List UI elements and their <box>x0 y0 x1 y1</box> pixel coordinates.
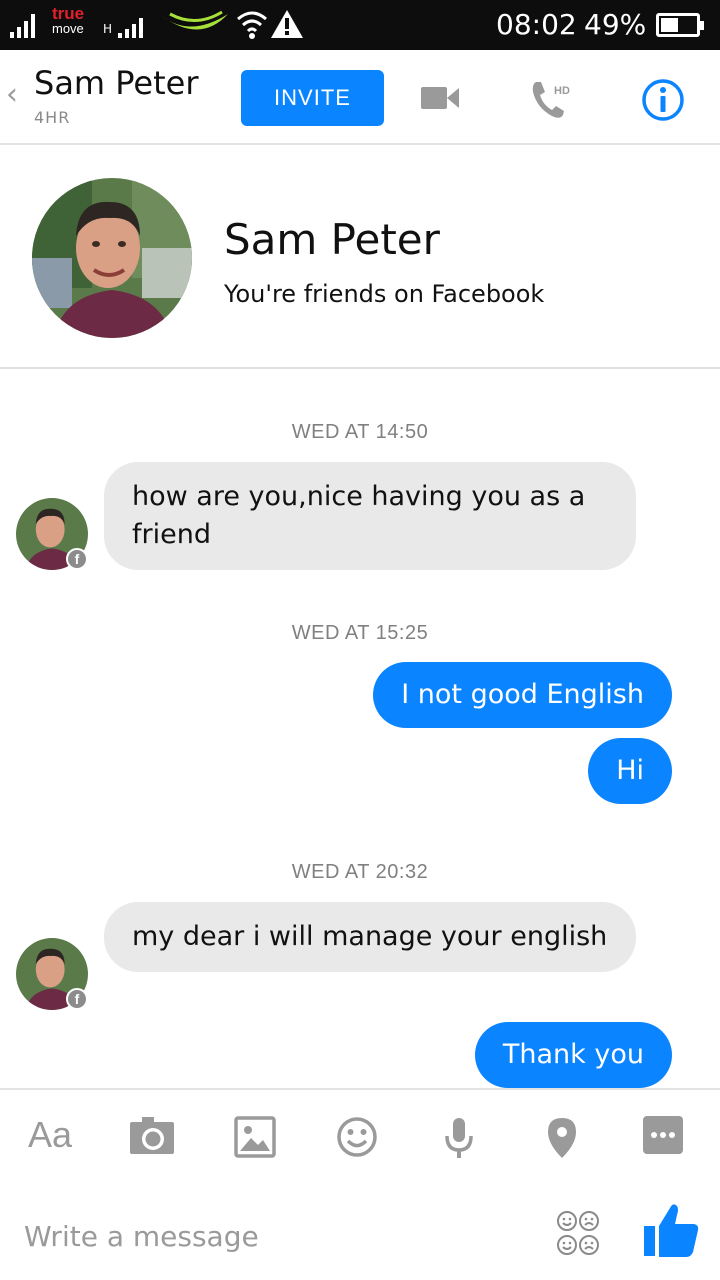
like-thumbs-up-icon[interactable] <box>642 1202 700 1260</box>
wifi-icon <box>237 11 267 39</box>
back-chevron-icon[interactable]: ‹ <box>6 80 18 110</box>
message-composer: Aa <box>0 1088 720 1280</box>
carrier-logo-icon <box>162 10 228 30</box>
info-icon[interactable] <box>641 78 685 122</box>
message-thread[interactable]: WED AT 14:50 f how are you,nice having y… <box>0 371 720 1088</box>
contact-name[interactable]: Sam Peter <box>34 64 199 102</box>
battery-percent: 49% <box>584 8 647 41</box>
facebook-badge-icon: f <box>66 988 88 1010</box>
emoji-icon[interactable] <box>336 1116 378 1158</box>
battery-icon <box>656 13 704 37</box>
profile-avatar[interactable] <box>32 178 192 338</box>
outgoing-message[interactable]: Hi <box>588 738 672 804</box>
more-icon[interactable] <box>643 1116 683 1154</box>
signal-strength-icon <box>10 10 35 38</box>
incoming-message[interactable]: my dear i will manage your english <box>104 902 636 972</box>
conversation-header: ‹ Sam Peter 4HR INVITE HD <box>0 50 720 145</box>
carrier-label: true move <box>52 5 98 35</box>
hd-voice-call-icon[interactable]: HD <box>530 78 574 120</box>
invite-button[interactable]: INVITE <box>241 70 384 126</box>
profile-name: Sam Peter <box>224 215 440 264</box>
outgoing-message[interactable]: Thank you <box>474 1022 672 1088</box>
friendship-status: You're friends on Facebook <box>224 280 545 308</box>
video-call-icon[interactable] <box>420 84 460 112</box>
alert-icon <box>271 10 303 38</box>
text-format-icon[interactable]: Aa <box>28 1114 72 1156</box>
facebook-badge-icon: f <box>66 548 88 570</box>
outgoing-message[interactable]: I not good English <box>373 662 672 728</box>
contact-profile-card: Sam Peter You're friends on Facebook <box>0 145 720 369</box>
message-timestamp: WED AT 15:25 <box>291 622 429 644</box>
stickers-icon[interactable] <box>556 1210 600 1256</box>
camera-icon[interactable] <box>128 1116 176 1156</box>
message-input[interactable] <box>24 1216 444 1256</box>
hd-badge: HD <box>554 85 570 97</box>
carrier-subname: move <box>52 21 84 36</box>
incoming-message[interactable]: how are you,nice having you as a friend <box>104 462 636 570</box>
location-icon[interactable] <box>546 1116 578 1160</box>
clock: 08:02 <box>496 8 577 41</box>
carrier-name: true <box>52 4 85 23</box>
message-timestamp: WED AT 14:50 <box>291 421 429 443</box>
last-active-status: 4HR <box>34 108 71 127</box>
microphone-icon[interactable] <box>444 1116 474 1160</box>
message-timestamp: WED AT 20:32 <box>291 861 429 883</box>
profile-photo-icon <box>32 178 192 338</box>
signal-strength-2-icon <box>118 18 143 38</box>
gallery-icon[interactable] <box>234 1116 276 1158</box>
network-type: H <box>103 22 113 36</box>
status-bar: true move H 08:02 49% <box>0 0 720 50</box>
